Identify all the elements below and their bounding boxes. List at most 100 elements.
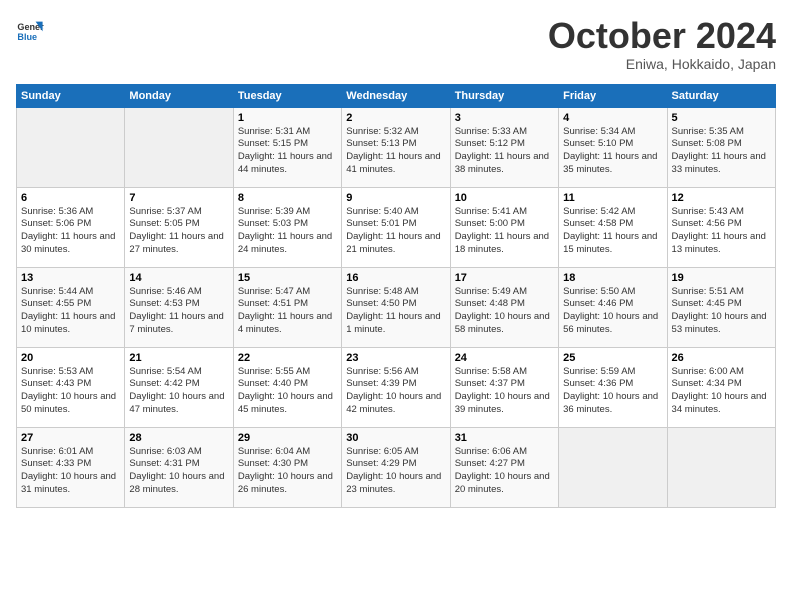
- calendar-cell: 5 Sunrise: 5:35 AM Sunset: 5:08 PM Daylig…: [667, 107, 775, 187]
- calendar-cell: 26 Sunrise: 6:00 AM Sunset: 4:34 PM Dayli…: [667, 347, 775, 427]
- day-info: Sunrise: 6:00 AM Sunset: 4:34 PM Dayligh…: [672, 366, 771, 417]
- day-info: Sunrise: 5:53 AM Sunset: 4:43 PM Dayligh…: [21, 366, 120, 417]
- day-info: Sunrise: 5:37 AM Sunset: 5:05 PM Dayligh…: [129, 206, 228, 257]
- day-number: 9: [346, 192, 445, 204]
- day-number: 19: [672, 272, 771, 284]
- calendar-week-row: 20 Sunrise: 5:53 AM Sunset: 4:43 PM Dayli…: [17, 347, 776, 427]
- calendar-cell: 29 Sunrise: 6:04 AM Sunset: 4:30 PM Dayli…: [233, 427, 341, 507]
- title-block: October 2024 Eniwa, Hokkaido, Japan: [548, 16, 776, 72]
- calendar-cell: [125, 107, 233, 187]
- day-info: Sunrise: 5:41 AM Sunset: 5:00 PM Dayligh…: [455, 206, 554, 257]
- day-info: Sunrise: 5:32 AM Sunset: 5:13 PM Dayligh…: [346, 126, 445, 177]
- header-cell-friday: Friday: [559, 84, 667, 107]
- calendar-cell: 7 Sunrise: 5:37 AM Sunset: 5:05 PM Daylig…: [125, 187, 233, 267]
- day-number: 2: [346, 112, 445, 124]
- day-info: Sunrise: 5:42 AM Sunset: 4:58 PM Dayligh…: [563, 206, 662, 257]
- day-info: Sunrise: 6:04 AM Sunset: 4:30 PM Dayligh…: [238, 446, 337, 497]
- day-number: 8: [238, 192, 337, 204]
- calendar-cell: 25 Sunrise: 5:59 AM Sunset: 4:36 PM Dayli…: [559, 347, 667, 427]
- day-info: Sunrise: 5:56 AM Sunset: 4:39 PM Dayligh…: [346, 366, 445, 417]
- day-info: Sunrise: 5:40 AM Sunset: 5:01 PM Dayligh…: [346, 206, 445, 257]
- month-title: October 2024: [548, 16, 776, 56]
- day-info: Sunrise: 5:58 AM Sunset: 4:37 PM Dayligh…: [455, 366, 554, 417]
- day-number: 26: [672, 352, 771, 364]
- day-info: Sunrise: 5:33 AM Sunset: 5:12 PM Dayligh…: [455, 126, 554, 177]
- day-info: Sunrise: 5:55 AM Sunset: 4:40 PM Dayligh…: [238, 366, 337, 417]
- calendar-cell: 1Sunrise: 5:31 AM Sunset: 5:15 PM Daylig…: [233, 107, 341, 187]
- page-header: General Blue October 2024 Eniwa, Hokkaid…: [16, 16, 776, 72]
- day-number: 21: [129, 352, 228, 364]
- calendar-cell: 21 Sunrise: 5:54 AM Sunset: 4:42 PM Dayli…: [125, 347, 233, 427]
- calendar-cell: 8Sunrise: 5:39 AM Sunset: 5:03 PM Daylig…: [233, 187, 341, 267]
- day-info: Sunrise: 5:50 AM Sunset: 4:46 PM Dayligh…: [563, 286, 662, 337]
- calendar-body: 1Sunrise: 5:31 AM Sunset: 5:15 PM Daylig…: [17, 107, 776, 507]
- day-number: 18: [563, 272, 662, 284]
- calendar-cell: 13Sunrise: 5:44 AM Sunset: 4:55 PM Dayli…: [17, 267, 125, 347]
- calendar-cell: 15 Sunrise: 5:47 AM Sunset: 4:51 PM Dayli…: [233, 267, 341, 347]
- calendar-header-row: SundayMondayTuesdayWednesdayThursdayFrid…: [17, 84, 776, 107]
- calendar-cell: 6 Sunrise: 5:36 AM Sunset: 5:06 PM Daylig…: [17, 187, 125, 267]
- calendar-cell: 11 Sunrise: 5:42 AM Sunset: 4:58 PM Dayli…: [559, 187, 667, 267]
- day-info: Sunrise: 5:49 AM Sunset: 4:48 PM Dayligh…: [455, 286, 554, 337]
- day-number: 3: [455, 112, 554, 124]
- calendar-cell: 12Sunrise: 5:43 AM Sunset: 4:56 PM Dayli…: [667, 187, 775, 267]
- day-number: 11: [563, 192, 662, 204]
- calendar-cell: 16 Sunrise: 5:48 AM Sunset: 4:50 PM Dayli…: [342, 267, 450, 347]
- header-cell-saturday: Saturday: [667, 84, 775, 107]
- day-number: 15: [238, 272, 337, 284]
- calendar-cell: 30Sunrise: 6:05 AM Sunset: 4:29 PM Dayli…: [342, 427, 450, 507]
- day-number: 28: [129, 432, 228, 444]
- day-number: 6: [21, 192, 120, 204]
- day-info: Sunrise: 6:06 AM Sunset: 4:27 PM Dayligh…: [455, 446, 554, 497]
- day-info: Sunrise: 5:54 AM Sunset: 4:42 PM Dayligh…: [129, 366, 228, 417]
- day-number: 22: [238, 352, 337, 364]
- calendar-week-row: 13Sunrise: 5:44 AM Sunset: 4:55 PM Dayli…: [17, 267, 776, 347]
- calendar-cell: 24 Sunrise: 5:58 AM Sunset: 4:37 PM Dayli…: [450, 347, 558, 427]
- day-number: 14: [129, 272, 228, 284]
- day-number: 31: [455, 432, 554, 444]
- day-info: Sunrise: 6:01 AM Sunset: 4:33 PM Dayligh…: [21, 446, 120, 497]
- location-subtitle: Eniwa, Hokkaido, Japan: [548, 56, 776, 72]
- day-number: 29: [238, 432, 337, 444]
- day-info: Sunrise: 5:35 AM Sunset: 5:08 PM Dayligh…: [672, 126, 771, 177]
- day-number: 4: [563, 112, 662, 124]
- calendar-cell: 3 Sunrise: 5:33 AM Sunset: 5:12 PM Daylig…: [450, 107, 558, 187]
- day-info: Sunrise: 5:36 AM Sunset: 5:06 PM Dayligh…: [21, 206, 120, 257]
- day-info: Sunrise: 5:48 AM Sunset: 4:50 PM Dayligh…: [346, 286, 445, 337]
- day-info: Sunrise: 6:05 AM Sunset: 4:29 PM Dayligh…: [346, 446, 445, 497]
- day-number: 20: [21, 352, 120, 364]
- day-number: 17: [455, 272, 554, 284]
- day-info: Sunrise: 6:03 AM Sunset: 4:31 PM Dayligh…: [129, 446, 228, 497]
- header-cell-wednesday: Wednesday: [342, 84, 450, 107]
- logo: General Blue: [16, 16, 44, 44]
- calendar-cell: 10 Sunrise: 5:41 AM Sunset: 5:00 PM Dayli…: [450, 187, 558, 267]
- day-number: 25: [563, 352, 662, 364]
- calendar-cell: [559, 427, 667, 507]
- calendar-cell: 27Sunrise: 6:01 AM Sunset: 4:33 PM Dayli…: [17, 427, 125, 507]
- header-cell-sunday: Sunday: [17, 84, 125, 107]
- header-cell-monday: Monday: [125, 84, 233, 107]
- svg-text:Blue: Blue: [17, 32, 37, 42]
- day-info: Sunrise: 5:47 AM Sunset: 4:51 PM Dayligh…: [238, 286, 337, 337]
- day-info: Sunrise: 5:34 AM Sunset: 5:10 PM Dayligh…: [563, 126, 662, 177]
- day-number: 16: [346, 272, 445, 284]
- day-number: 7: [129, 192, 228, 204]
- day-number: 10: [455, 192, 554, 204]
- calendar-cell: 18 Sunrise: 5:50 AM Sunset: 4:46 PM Dayli…: [559, 267, 667, 347]
- calendar-week-row: 1Sunrise: 5:31 AM Sunset: 5:15 PM Daylig…: [17, 107, 776, 187]
- calendar-cell: 9 Sunrise: 5:40 AM Sunset: 5:01 PM Daylig…: [342, 187, 450, 267]
- day-info: Sunrise: 5:46 AM Sunset: 4:53 PM Dayligh…: [129, 286, 228, 337]
- day-number: 5: [672, 112, 771, 124]
- calendar-cell: 28 Sunrise: 6:03 AM Sunset: 4:31 PM Dayli…: [125, 427, 233, 507]
- header-cell-thursday: Thursday: [450, 84, 558, 107]
- calendar-cell: 17 Sunrise: 5:49 AM Sunset: 4:48 PM Dayli…: [450, 267, 558, 347]
- calendar-cell: 31 Sunrise: 6:06 AM Sunset: 4:27 PM Dayli…: [450, 427, 558, 507]
- calendar-cell: [17, 107, 125, 187]
- day-number: 1: [238, 112, 337, 124]
- header-cell-tuesday: Tuesday: [233, 84, 341, 107]
- day-number: 24: [455, 352, 554, 364]
- calendar-week-row: 6 Sunrise: 5:36 AM Sunset: 5:06 PM Daylig…: [17, 187, 776, 267]
- day-number: 13: [21, 272, 120, 284]
- calendar-cell: [667, 427, 775, 507]
- day-info: Sunrise: 5:59 AM Sunset: 4:36 PM Dayligh…: [563, 366, 662, 417]
